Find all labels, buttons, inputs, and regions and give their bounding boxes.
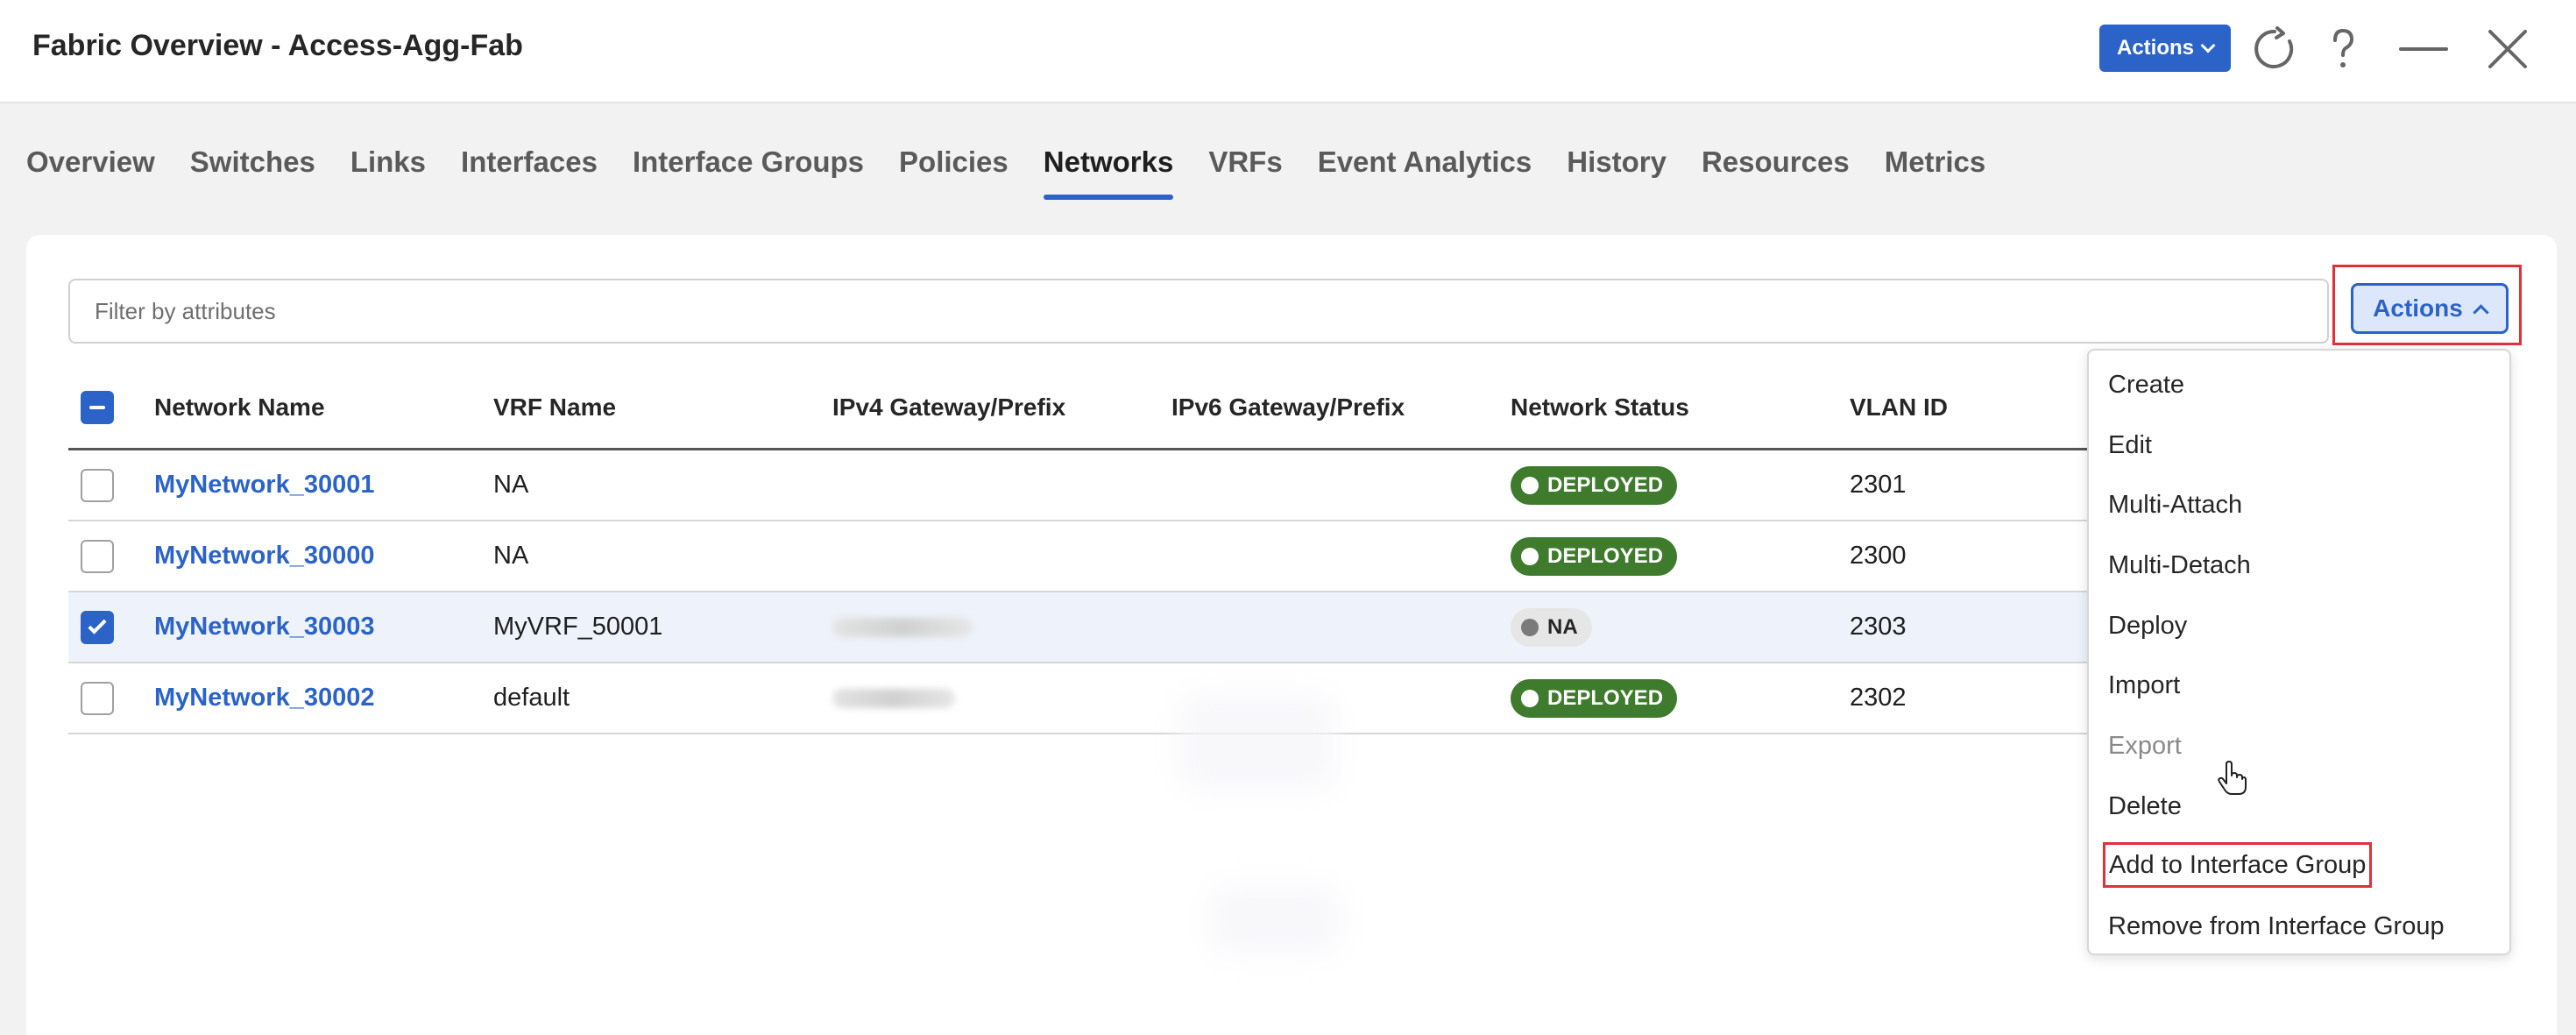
vlan-id-cell: 2301 [1850,471,1907,499]
status-text: DEPLOYED [1547,472,1664,497]
menu-item-multi-attach[interactable]: Multi-Attach [2108,482,2242,528]
table-row[interactable]: MyNetwork_30002 default DEPLOYED 2302 [68,663,2119,734]
table-row[interactable]: MyNetwork_30003 MyVRF_50001 NA 2303 [68,592,2119,663]
filter-input[interactable] [68,279,2329,344]
menu-item-multi-detach[interactable]: Multi-Detach [2108,542,2251,588]
table-row[interactable]: MyNetwork_30001 NA DEPLOYED 2301 [68,450,2119,521]
row-checkbox[interactable] [81,610,114,644]
menu-item-create[interactable]: Create [2108,362,2184,408]
tab-interface-groups[interactable]: Interface Groups [633,145,864,198]
status-text: NA [1547,614,1578,639]
network-name-link[interactable]: MyNetwork_30003 [154,613,374,642]
status-badge: DEPLOYED [1511,465,1678,505]
chevron-down-icon [2200,38,2216,53]
network-name-link[interactable]: MyNetwork_30001 [154,471,374,500]
status-dot-icon [1521,618,1539,636]
menu-item-delete[interactable]: Delete [2108,783,2182,829]
status-badge: DEPLOYED [1511,536,1678,576]
chevron-up-icon [2473,303,2489,321]
row-checkbox[interactable] [81,681,114,715]
page-title: Fabric Overview - Access-Agg-Fab [32,29,523,62]
vrf-name-cell: NA [493,542,529,570]
header-actions-button[interactable]: Actions [2099,25,2231,72]
table-actions-label: Actions [2373,294,2463,322]
actions-highlight-box: Actions [2332,265,2522,345]
close-icon[interactable] [2481,23,2534,75]
table-row[interactable]: MyNetwork_30000 NA DEPLOYED 2300 [68,521,2119,592]
network-name-link[interactable]: MyNetwork_30002 [154,684,374,712]
header-actions-label: Actions [2116,36,2194,60]
row-checkbox[interactable] [81,539,114,573]
vrf-name-cell: MyVRF_50001 [493,613,663,641]
vrf-name-cell: default [493,684,570,712]
tab-event-analytics[interactable]: Event Analytics [1318,145,1532,198]
tab-metrics[interactable]: Metrics [1885,145,1986,198]
status-text: DEPLOYED [1547,685,1664,710]
select-all-checkbox[interactable] [81,390,114,424]
status-badge: DEPLOYED [1511,678,1678,718]
status-badge: NA [1511,607,1592,647]
minimize-icon[interactable] [2397,23,2450,75]
menu-item-add-to-interface-group[interactable]: Add to Interface Group [2103,842,2373,888]
ipv4-cell [832,592,973,662]
tab-networks[interactable]: Networks [1043,145,1173,200]
tab-bar: Overview Switches Links Interfaces Inter… [26,145,2020,200]
tab-switches[interactable]: Switches [190,145,315,198]
vrf-name-cell: NA [493,471,529,499]
menu-item-deploy[interactable]: Deploy [2108,603,2187,649]
network-name-link[interactable]: MyNetwork_30000 [154,542,374,571]
redacted-value [832,617,973,637]
column-header-ipv4[interactable]: IPv4 Gateway/Prefix [832,366,1065,448]
status-dot-icon [1521,547,1539,565]
menu-item-export: Export [2108,731,2182,760]
window-header: Fabric Overview - Access-Agg-Fab Actions [0,0,2576,103]
status-dot-icon [1521,476,1539,494]
column-header-vlan-id[interactable]: VLAN ID [1850,366,1948,448]
row-checkbox[interactable] [81,468,114,502]
actions-dropdown-menu: Create Edit Multi-Attach Multi-Detach De… [2087,349,2511,955]
tab-overview[interactable]: Overview [26,145,155,198]
tab-resources[interactable]: Resources [1702,145,1850,198]
menu-item-edit[interactable]: Edit [2108,422,2152,468]
networks-table: Network Name VRF Name IPv4 Gateway/Prefi… [68,366,2119,734]
column-header-network-status[interactable]: Network Status [1511,366,1689,448]
ipv4-cell [832,663,955,733]
tab-policies[interactable]: Policies [899,145,1008,198]
hand-cursor-icon [2218,761,2247,795]
table-header: Network Name VRF Name IPv4 Gateway/Prefi… [68,366,2119,450]
column-header-vrf-name[interactable]: VRF Name [493,366,616,448]
checkmark-icon [88,615,107,634]
vlan-id-cell: 2303 [1850,613,1907,641]
column-header-ipv6[interactable]: IPv6 Gateway/Prefix [1171,366,1405,448]
vlan-id-cell: 2302 [1850,684,1907,712]
indeterminate-icon [89,405,105,409]
blurred-artifact [1209,885,1341,955]
tab-interfaces[interactable]: Interfaces [461,145,598,198]
vlan-id-cell: 2300 [1850,542,1907,570]
help-icon[interactable] [2317,23,2369,75]
menu-item-remove-from-interface-group[interactable]: Remove from Interface Group [2108,904,2445,949]
refresh-icon[interactable] [2248,23,2301,75]
tab-vrfs[interactable]: VRFs [1208,145,1282,198]
tab-links[interactable]: Links [350,145,426,198]
blurred-artifact [1178,694,1336,790]
menu-item-import[interactable]: Import [2108,663,2180,708]
redacted-value [832,688,955,708]
status-dot-icon [1521,689,1539,707]
tab-history[interactable]: History [1567,145,1667,198]
column-header-network-name[interactable]: Network Name [154,366,325,448]
status-text: DEPLOYED [1547,543,1664,568]
table-actions-button[interactable]: Actions [2351,283,2509,334]
